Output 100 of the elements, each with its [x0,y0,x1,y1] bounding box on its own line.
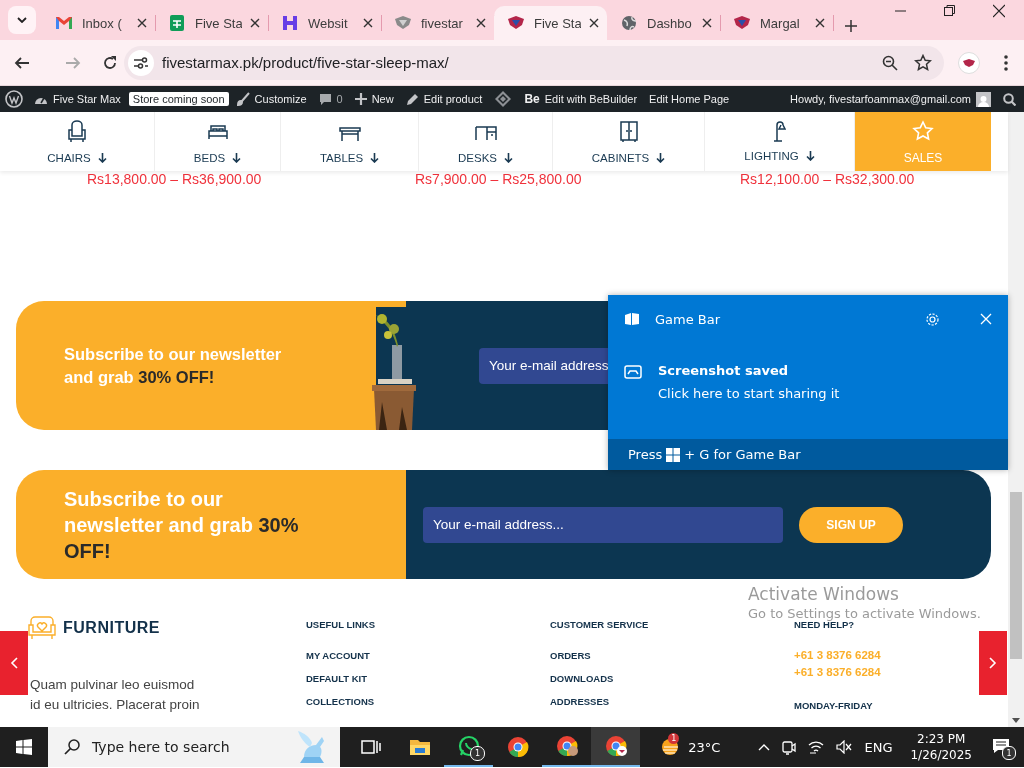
avatar-icon [978,94,989,107]
wifi-icon[interactable] [808,740,825,754]
tab-list-button[interactable] [8,6,36,34]
star-icon[interactable] [914,53,932,72]
category-tab[interactable]: CHAIRS [0,112,155,171]
footer-heading: MONDAY-FRIDAY [794,700,874,711]
clock[interactable]: 2:23 PM 1/26/2025 [910,731,972,763]
price-range: Rs13,800.00 – Rs36,900.00 [87,171,263,187]
category-tab[interactable]: BEDS [155,112,281,171]
logo-icon [280,13,300,33]
notification-text: Click here to start sharing it [658,386,840,401]
activation-title: Activate Windows [748,586,900,603]
clock-time: 2:23 PM [917,731,966,747]
close-icon[interactable] [589,18,599,28]
category-tab[interactable]: CABINETS [553,112,705,171]
scrollbar-thumb[interactable] [1010,492,1022,659]
category-tab[interactable]: DESKS [419,112,553,171]
panel-title: Game Bar [655,311,721,327]
taskbar-app[interactable] [591,727,640,767]
menu-icon[interactable] [1004,54,1008,71]
comments-link[interactable]: 0 [318,92,343,106]
footer-link[interactable]: COLLECTIONS [306,696,375,707]
zoom-out-icon[interactable] [882,54,898,71]
status-badge: Store coming soon [128,92,229,106]
browser-tab[interactable]: Five Sta [494,6,607,40]
browser-icon [603,734,628,758]
search-box[interactable]: Type here to search [48,727,340,767]
hint-text: + G for Game Bar [684,447,801,462]
search-icon[interactable] [1003,92,1016,106]
email-field[interactable]: Your e-mail address... [423,506,783,543]
hint-text: Press [628,447,663,462]
lamp-icon [773,121,786,142]
browser-tab[interactable]: Five Sta [155,6,268,40]
site-settings-icon[interactable] [133,55,149,70]
footer-link[interactable]: DEFAULT KIT [306,673,368,684]
count-badge: 1 [470,746,485,761]
price-range: Rs12,100.00 – Rs32,300.00 [740,171,916,187]
camera-icon[interactable] [782,739,797,755]
close-icon[interactable] [476,18,486,28]
chevron-right-icon [989,657,997,669]
close-icon[interactable] [815,18,825,28]
notifications-button[interactable]: 1 [990,734,1016,760]
bebuilder-link[interactable]: Be Edit with BeBuilder [524,92,638,106]
wordpress-icon[interactable] [5,90,23,108]
site-name-link[interactable]: Five Star Max [34,93,121,105]
price-range: Rs7,900.00 – Rs25,800.00 [415,171,583,187]
close-icon[interactable] [702,18,712,28]
edit-product-link[interactable]: Edit product [405,92,483,106]
search-icon [64,739,80,755]
footer-link[interactable]: ADDRESSES [550,696,610,707]
search-placeholder: Type here to search [92,739,230,755]
footer-link[interactable]: DOWNLOADS [550,673,614,684]
forward-icon [65,54,81,71]
address-bar[interactable]: fivestarmax.pk/product/five-star-sleep-max/ [124,45,944,80]
mute-icon[interactable] [836,740,853,754]
footer-description: Quam pulvinar leo euismod id eu ultricies. Placerat proin [30,676,201,714]
newsletter-heading: Subscribe to our newsletter and grab 30% OFF! [64,343,283,388]
comment-icon [318,92,332,106]
alert-badge: 1 [668,733,680,744]
settings-icon[interactable] [925,311,940,327]
newsletter-heading: Subscribe to our newsletter and grab 30% OFF! [64,486,300,564]
spreadsheet-icon [167,13,187,33]
browser-tab[interactable]: Margal [720,6,833,40]
close-icon[interactable] [250,18,260,28]
globe-icon [619,13,639,33]
browser-tab[interactable]: Dashbo [607,6,720,40]
taskbar-app[interactable]: 1 [444,727,493,767]
close-icon[interactable] [363,18,373,28]
footer-link[interactable]: ORDERS [550,650,591,661]
browser-tab[interactable]: Websit [268,6,381,40]
chevron-up-icon[interactable] [758,743,771,751]
scroll-down-icon[interactable] [1012,718,1020,723]
language-indicator[interactable]: ENG [864,739,893,755]
temperature: 23°C [688,739,721,755]
reload-icon[interactable] [102,54,118,71]
windows-key-icon [666,447,681,462]
brand-logo[interactable]: FURNITURE [27,615,306,641]
browser-icon [554,734,579,758]
new-tab-icon[interactable] [845,20,857,32]
pencil-icon [405,92,419,106]
edit-home-link[interactable]: Edit Home Page [649,93,730,105]
brush-icon [235,92,250,106]
footer-link[interactable]: MY ACCOUNT [306,650,370,661]
browser-icon [505,735,530,759]
sofa-heart-icon [27,615,57,641]
customize-link[interactable]: Customize [235,92,307,106]
new-link[interactable]: New [354,93,394,105]
chevron-left-icon [10,657,18,669]
star-icon [911,118,935,143]
account-link[interactable]: Howdy, fivestarfoammax@gmail.com [790,91,991,107]
chat-icon [456,734,481,758]
chevron-down-icon [17,17,27,23]
browser-tab[interactable]: fivestar [381,6,494,40]
close-icon[interactable] [137,18,147,28]
browser-tab[interactable]: Inbox ( [42,6,155,40]
category-tab[interactable]: TABLES [281,112,419,171]
profile-icon[interactable] [958,51,980,74]
diamond-icon [494,90,513,108]
back-icon[interactable] [14,54,30,71]
footer-heading: NEED HELP? [794,619,856,630]
